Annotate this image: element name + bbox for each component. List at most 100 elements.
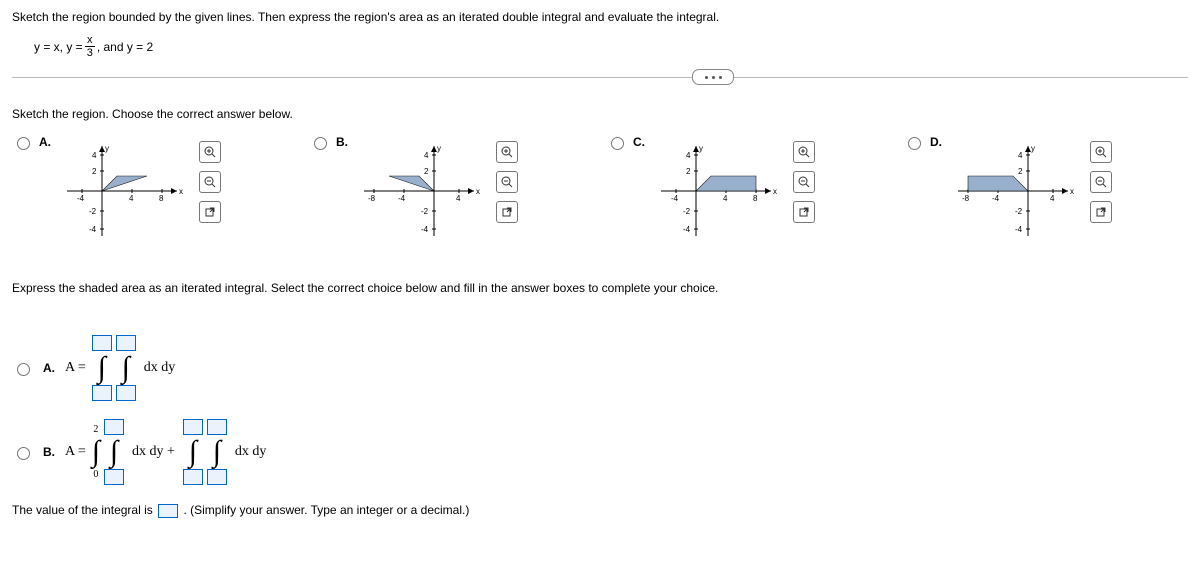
label-d: D.: [930, 135, 942, 149]
int-b-expression: A = 2 ∫ 0 ∫ dx dy + ∫ ∫ dx dy: [65, 419, 266, 485]
int-b-label: B.: [43, 445, 55, 459]
int-a-upper1[interactable]: [92, 335, 112, 351]
int-b-upper4[interactable]: [207, 419, 227, 435]
plot-wrap-c: x y -4 4 8 2 4 -2 -4: [651, 141, 781, 241]
int-b-lower4[interactable]: [207, 469, 227, 485]
graph-choices: A. x y -4 4 8 2 4 -2 -4: [12, 135, 1188, 241]
svg-text:-4: -4: [398, 194, 406, 203]
svg-text:-8: -8: [368, 194, 376, 203]
radio-int-a[interactable]: [17, 363, 30, 376]
final-answer-line: The value of the integral is . (Simplify…: [12, 503, 1188, 518]
plot-b: x y -8 -4 4 2 4 -2 -4: [354, 141, 484, 241]
integral-choices: A. A = ∫ ∫ dx dy B. A = 2 ∫ 0: [12, 335, 1188, 485]
int-b-diff2: dx dy: [235, 444, 267, 460]
label-b: B.: [336, 135, 348, 149]
integral-sign-icon: ∫: [122, 353, 130, 383]
fraction-num: x: [85, 34, 95, 47]
integral-choice-a: A. A = ∫ ∫ dx dy: [12, 335, 1188, 401]
choice-c: C. x y -4 4 8 2 4 -2 -4: [606, 135, 891, 241]
svg-text:-4: -4: [671, 194, 679, 203]
svg-text:-4: -4: [1015, 225, 1023, 234]
part2-prompt: Express the shaded area as an iterated i…: [12, 281, 1188, 295]
int-b-upper3[interactable]: [183, 419, 203, 435]
plot-d: x y -8 -4 4 2 4 -2 -4: [948, 141, 1078, 241]
int-b-lower1: 0: [93, 469, 98, 480]
svg-text:4: 4: [723, 194, 728, 203]
zoom-out-icon[interactable]: [199, 171, 221, 193]
svg-text:-2: -2: [89, 207, 97, 216]
svg-text:-2: -2: [1015, 207, 1023, 216]
integral-choice-b: B. A = 2 ∫ 0 ∫ dx dy + ∫ ∫: [12, 419, 1188, 485]
integral-sign-icon: ∫: [98, 353, 106, 383]
svg-text:2: 2: [686, 167, 691, 176]
zoom-in-icon[interactable]: [496, 141, 518, 163]
radio-int-b[interactable]: [17, 447, 30, 460]
part1-prompt: Sketch the region. Choose the correct an…: [12, 107, 1188, 121]
plot-c: x y -4 4 8 2 4 -2 -4: [651, 141, 781, 241]
svg-text:y: y: [699, 144, 703, 153]
fraction: x 3: [85, 34, 95, 59]
final-post: . (Simplify your answer. Type an integer…: [183, 503, 469, 517]
svg-text:4: 4: [92, 151, 97, 160]
zoom-out-icon[interactable]: [1090, 171, 1112, 193]
label-c: C.: [633, 135, 645, 149]
svg-text:2: 2: [424, 167, 429, 176]
zoom-in-icon[interactable]: [793, 141, 815, 163]
svg-text:-4: -4: [89, 225, 97, 234]
int-b-lower2[interactable]: [104, 469, 124, 485]
integral-sign-icon: ∫: [110, 437, 118, 467]
popout-icon[interactable]: [199, 201, 221, 223]
eq-part1: y = x, y =: [34, 40, 83, 54]
svg-text:8: 8: [159, 194, 164, 203]
popout-icon[interactable]: [496, 201, 518, 223]
choice-a: A. x y -4 4 8 2 4 -2 -4: [12, 135, 297, 241]
int-b-eq: A =: [65, 444, 86, 460]
int-b-lower3[interactable]: [183, 469, 203, 485]
svg-text:4: 4: [129, 194, 134, 203]
svg-text:y: y: [437, 144, 441, 153]
int-a-label: A.: [43, 361, 55, 375]
popout-icon[interactable]: [793, 201, 815, 223]
svg-text:4: 4: [1050, 194, 1055, 203]
svg-text:2: 2: [1018, 167, 1023, 176]
zoom-out-icon[interactable]: [496, 171, 518, 193]
svg-text:4: 4: [456, 194, 461, 203]
zoom-out-icon[interactable]: [793, 171, 815, 193]
zoom-in-icon[interactable]: [1090, 141, 1112, 163]
radio-a[interactable]: [17, 137, 30, 150]
plot-wrap-b: x y -8 -4 4 2 4 -2 -4: [354, 141, 484, 241]
integral-sign-icon: ∫: [189, 437, 197, 467]
int-b-upper1: 2: [93, 424, 98, 435]
final-pre: The value of the integral is: [12, 503, 156, 517]
int-a-lower1[interactable]: [92, 385, 112, 401]
final-answer-input[interactable]: [158, 504, 178, 518]
int-b-upper2[interactable]: [104, 419, 124, 435]
divider: [12, 77, 1188, 78]
question-intro: Sketch the region bounded by the given l…: [12, 10, 1188, 24]
svg-text:x: x: [773, 187, 777, 196]
svg-text:8: 8: [753, 194, 758, 203]
radio-b[interactable]: [314, 137, 327, 150]
int-a-lower2[interactable]: [116, 385, 136, 401]
svg-text:-2: -2: [683, 207, 691, 216]
svg-text:4: 4: [686, 151, 691, 160]
choice-b: B. x y -8 -4 4 2 4 -2 -4: [309, 135, 594, 241]
int-a-upper2[interactable]: [116, 335, 136, 351]
plot-a: x y -4 4 8 2 4 -2 -4: [57, 141, 187, 241]
integral-sign-icon: ∫: [92, 437, 100, 467]
svg-text:-8: -8: [962, 194, 970, 203]
ellipsis-button[interactable]: [692, 69, 734, 85]
choice-d: D. x y -8 -4 4 2 4 -2 -4: [903, 135, 1188, 241]
radio-c[interactable]: [611, 137, 624, 150]
svg-text:x: x: [1070, 187, 1074, 196]
radio-d[interactable]: [908, 137, 921, 150]
popout-icon[interactable]: [1090, 201, 1112, 223]
svg-text:y: y: [1031, 144, 1035, 153]
svg-text:-4: -4: [77, 194, 85, 203]
svg-text:-4: -4: [421, 225, 429, 234]
int-b-diff1: dx dy +: [132, 444, 175, 460]
int-a-diff: dx dy: [144, 360, 176, 376]
svg-text:x: x: [179, 187, 183, 196]
svg-text:-2: -2: [421, 207, 429, 216]
zoom-in-icon[interactable]: [199, 141, 221, 163]
